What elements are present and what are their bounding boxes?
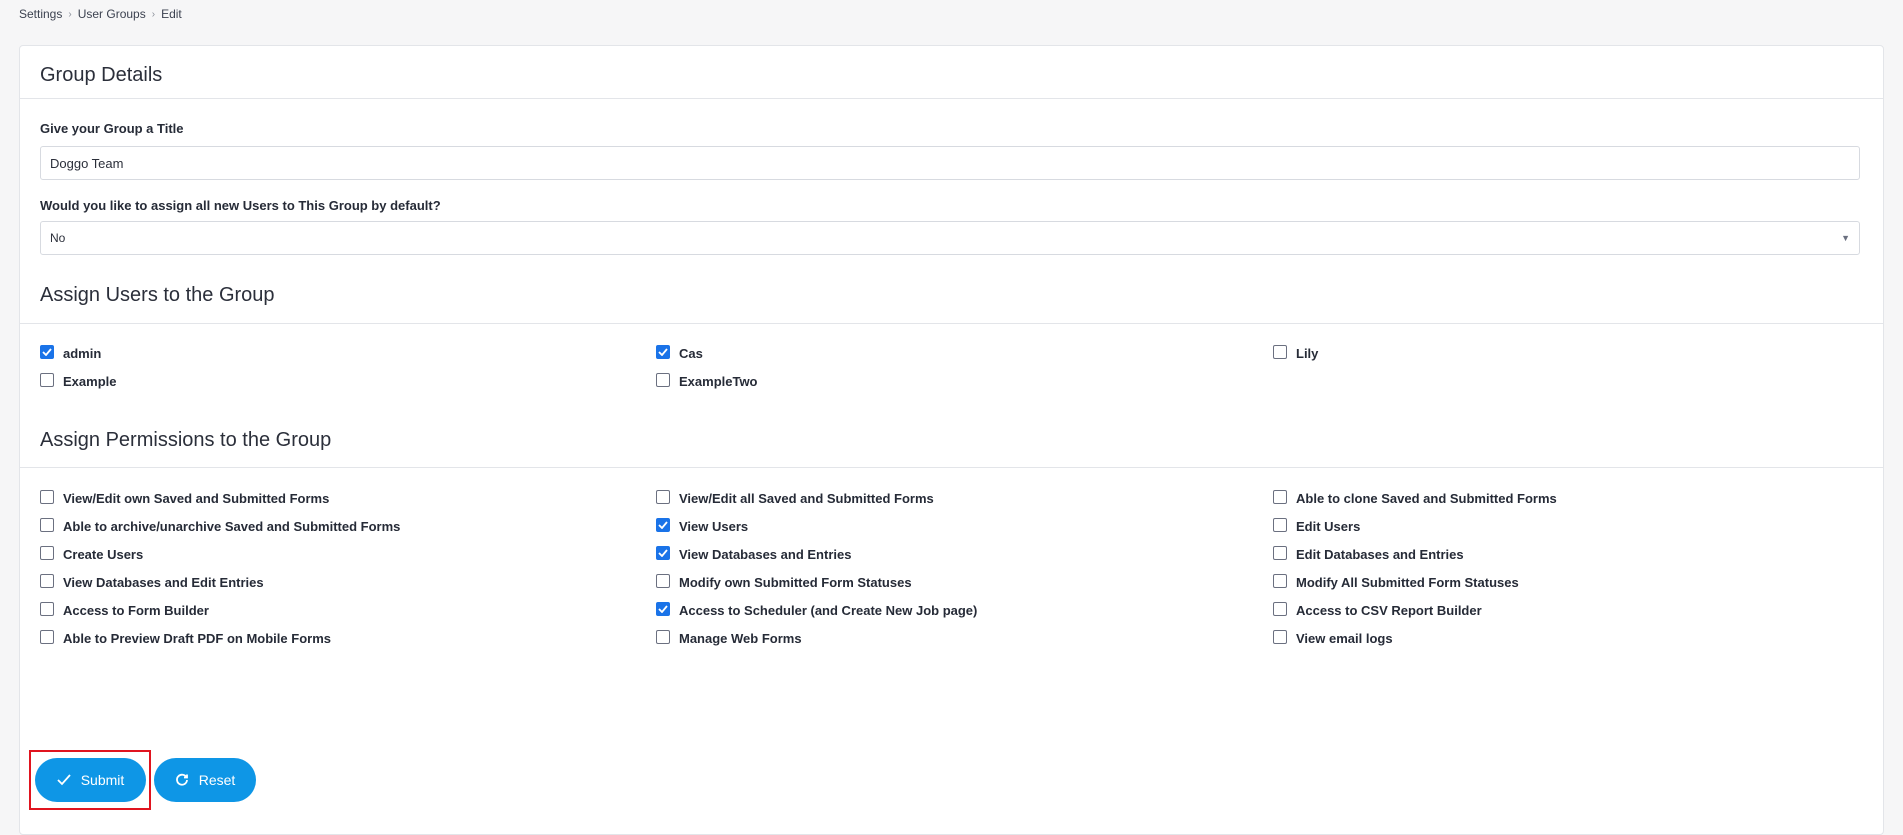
breadcrumb-edit: Edit [161, 7, 182, 21]
permission-checkbox[interactable]: Access to CSV Report Builder [1273, 601, 1482, 618]
default-group-label: Would you like to assign all new Users t… [40, 198, 441, 213]
permission-checkbox[interactable]: Modify All Submitted Form Statuses [1273, 573, 1519, 590]
checkbox-unchecked[interactable] [1273, 629, 1287, 644]
default-group-select[interactable]: No ▼ [40, 221, 1860, 255]
user-checkbox-lily[interactable]: Lily [1273, 344, 1319, 361]
breadcrumb-user-groups[interactable]: User Groups [78, 7, 146, 21]
permission-checkbox[interactable]: Manage Web Forms [656, 629, 802, 646]
group-form-card: Group Details Give your Group a Title Wo… [19, 45, 1884, 835]
reset-label: Reset [198, 772, 236, 788]
checkbox-label: Able to clone Saved and Submitted Forms [1296, 491, 1557, 506]
checkbox-label: Access to CSV Report Builder [1296, 603, 1482, 618]
checkbox-label: View Users [679, 519, 749, 534]
checkbox-label: Lily [1296, 346, 1319, 361]
section-divider [20, 467, 1883, 468]
breadcrumb-separator: › [151, 8, 156, 20]
checkbox-label: View/Edit own Saved and Submitted Forms [63, 491, 330, 506]
permission-checkbox[interactable]: View/Edit own Saved and Submitted Forms [40, 489, 330, 506]
checkbox-unchecked[interactable] [1273, 517, 1287, 532]
user-checkbox-example[interactable]: Example [40, 372, 117, 389]
permission-checkbox[interactable]: Access to Form Builder [40, 601, 209, 618]
permission-checkbox[interactable]: Able to archive/unarchive Saved and Subm… [40, 517, 401, 534]
refresh-icon [175, 773, 188, 786]
checkbox-unchecked[interactable] [40, 629, 54, 644]
reset-button[interactable]: Reset [154, 758, 256, 802]
checkbox-unchecked[interactable] [1273, 344, 1287, 359]
permission-checkbox[interactable]: View email logs [1273, 629, 1393, 646]
checkbox-label: Example [63, 374, 117, 389]
checkbox-label: Access to Scheduler (and Create New Job … [679, 603, 978, 618]
checkbox-unchecked[interactable] [656, 573, 670, 588]
group-details-title: Group Details [40, 64, 163, 86]
permission-checkbox[interactable]: View/Edit all Saved and Submitted Forms [656, 489, 934, 506]
checkbox-unchecked[interactable] [40, 489, 54, 504]
checkbox-unchecked[interactable] [656, 372, 670, 387]
permission-checkbox[interactable]: Create Users [40, 545, 144, 562]
checkbox-unchecked[interactable] [1273, 601, 1287, 616]
checkbox-unchecked[interactable] [1273, 545, 1287, 560]
group-title-label: Give your Group a Title [40, 121, 184, 136]
permission-checkbox[interactable]: View Databases and Entries [656, 545, 852, 562]
user-checkbox-cas[interactable]: Cas [656, 344, 703, 361]
checkbox-checked[interactable] [40, 344, 54, 359]
permission-checkbox[interactable]: Edit Users [1273, 517, 1361, 534]
permission-checkbox[interactable]: View Databases and Edit Entries [40, 573, 264, 590]
checkbox-label: Create Users [63, 547, 144, 562]
checkbox-checked[interactable] [656, 517, 670, 532]
checkbox-label: Modify All Submitted Form Statuses [1296, 575, 1519, 590]
checkbox-unchecked[interactable] [1273, 573, 1287, 588]
checkbox-label: Access to Form Builder [63, 603, 209, 618]
permission-checkbox[interactable]: Access to Scheduler (and Create New Job … [656, 601, 978, 618]
checkbox-checked[interactable] [656, 344, 670, 359]
checkbox-checked[interactable] [656, 545, 670, 560]
checkbox-label: Able to archive/unarchive Saved and Subm… [63, 519, 401, 534]
breadcrumb: Settings › User Groups › Edit [19, 7, 182, 21]
checkbox-label: Cas [679, 346, 703, 361]
section-divider [20, 323, 1883, 324]
checkbox-unchecked[interactable] [40, 601, 54, 616]
permission-checkbox[interactable]: Able to clone Saved and Submitted Forms [1273, 489, 1557, 506]
section-divider [20, 98, 1883, 99]
checkbox-unchecked[interactable] [40, 573, 54, 588]
checkbox-label: Edit Databases and Entries [1296, 547, 1464, 562]
checkbox-label: Edit Users [1296, 519, 1361, 534]
permission-checkbox[interactable]: Modify own Submitted Form Statuses [656, 573, 912, 590]
checkbox-checked[interactable] [656, 601, 670, 616]
checkbox-label: View/Edit all Saved and Submitted Forms [679, 491, 934, 506]
checkbox-unchecked[interactable] [40, 517, 54, 532]
permission-checkbox[interactable]: Able to Preview Draft PDF on Mobile Form… [40, 629, 331, 646]
checkbox-unchecked[interactable] [1273, 489, 1287, 504]
check-icon [57, 774, 71, 786]
checkbox-label: View Databases and Edit Entries [63, 575, 264, 590]
checkbox-label: View Databases and Entries [679, 547, 852, 562]
checkbox-unchecked[interactable] [40, 545, 54, 560]
checkbox-label: Modify own Submitted Form Statuses [679, 575, 912, 590]
assign-users-title: Assign Users to the Group [40, 284, 275, 306]
permission-checkbox[interactable]: Edit Databases and Entries [1273, 545, 1464, 562]
submit-label: Submit [80, 772, 125, 788]
checkbox-label: View email logs [1296, 631, 1393, 646]
checkbox-unchecked[interactable] [656, 489, 670, 504]
checkbox-label: admin [63, 346, 102, 361]
user-checkbox-exampletwo[interactable]: ExampleTwo [656, 372, 758, 389]
submit-button[interactable]: Submit [35, 758, 146, 802]
checkbox-unchecked[interactable] [656, 629, 670, 644]
assign-permissions-title: Assign Permissions to the Group [40, 429, 332, 451]
checkbox-label: ExampleTwo [679, 374, 758, 389]
group-title-input[interactable] [40, 146, 1860, 180]
permission-checkbox[interactable]: View Users [656, 517, 749, 534]
checkbox-label: Able to Preview Draft PDF on Mobile Form… [63, 631, 331, 646]
breadcrumb-settings[interactable]: Settings [19, 7, 62, 21]
chevron-down-icon: ▼ [1841, 233, 1850, 243]
user-checkbox-admin[interactable]: admin [40, 344, 102, 361]
checkbox-label: Manage Web Forms [679, 631, 802, 646]
breadcrumb-separator: › [68, 8, 72, 20]
checkbox-unchecked[interactable] [40, 372, 54, 387]
default-group-value: No [50, 231, 66, 245]
